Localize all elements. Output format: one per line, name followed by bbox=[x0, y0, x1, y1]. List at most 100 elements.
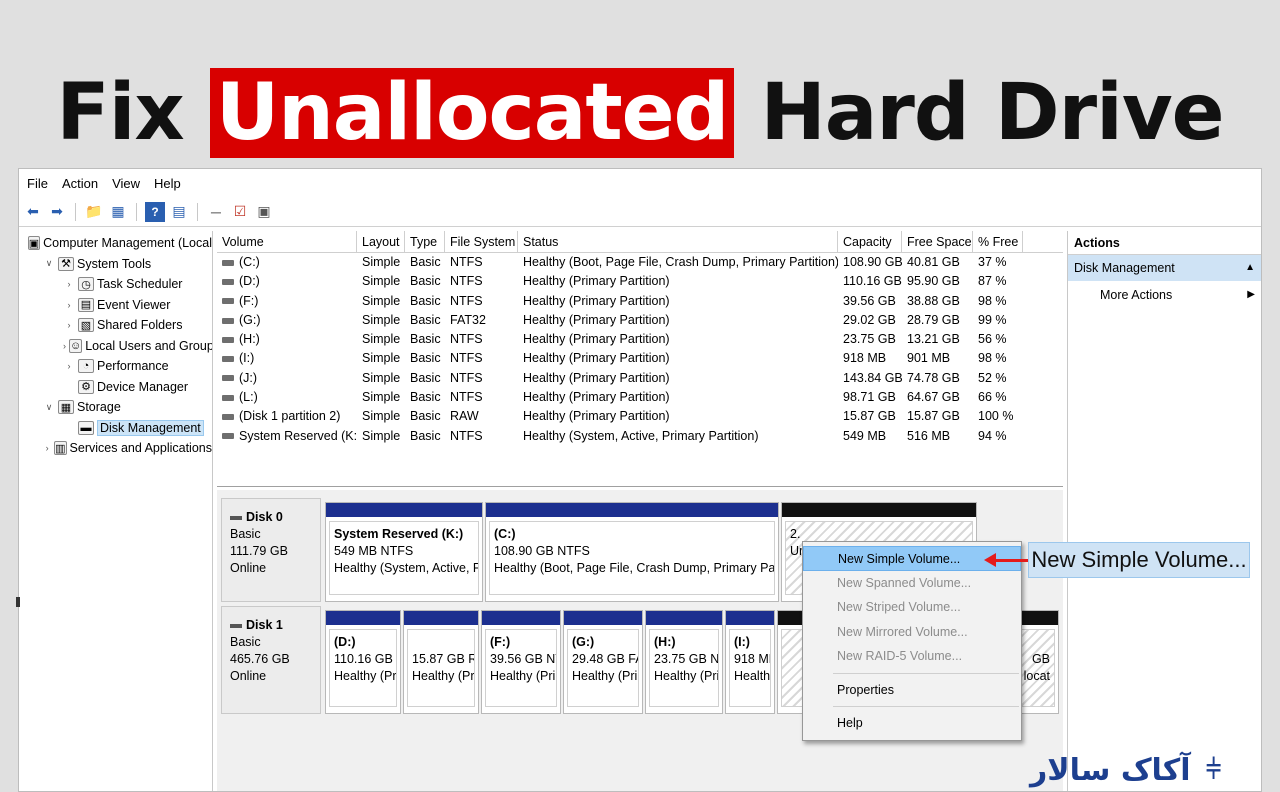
partition-disk1[interactable]: (I:) 918 ME Healthy bbox=[725, 610, 775, 714]
column-header-capacity[interactable]: Capacity bbox=[838, 231, 902, 252]
table-cell: 37 % bbox=[973, 253, 1023, 272]
menu-view[interactable]: View bbox=[112, 176, 140, 191]
table-cell: Simple bbox=[357, 253, 405, 272]
view-icon[interactable]: ▣ bbox=[254, 202, 274, 222]
back-icon[interactable]: ⬅ bbox=[23, 202, 43, 222]
column-header-free-space[interactable]: Free Space bbox=[902, 231, 973, 252]
tree-item-label: Shared Folders bbox=[97, 318, 183, 333]
table-row[interactable]: (F:) Simple Basic NTFS Healthy (Primary Part… bbox=[217, 292, 1063, 311]
partition-c[interactable]: (C:) 108.90 GB NTFS Healthy (Boot, Page … bbox=[485, 502, 779, 602]
disk-1-label[interactable]: Disk 1 Basic 465.76 GB Online bbox=[221, 606, 321, 714]
chevron-right-icon[interactable]: › bbox=[63, 320, 75, 330]
column-header-status[interactable]: Status bbox=[518, 231, 838, 252]
show-hide-tree-icon[interactable]: ▦ bbox=[108, 202, 128, 222]
partition-size: 110.16 GB NTI bbox=[334, 652, 396, 666]
tree-item-label: Performance bbox=[97, 359, 169, 374]
table-row[interactable]: (H:) Simple Basic NTFS Healthy (Primary Part… bbox=[217, 330, 1063, 349]
cell-text: 66 % bbox=[978, 390, 1007, 405]
tree-item[interactable]: ∨ ⚒ System Tools bbox=[19, 254, 212, 275]
partition-disk1[interactable]: (D:) 110.16 GB NTI Healthy (Prim bbox=[325, 610, 401, 714]
table-cell: 40.81 GB bbox=[902, 253, 973, 272]
volume-icon bbox=[222, 279, 234, 285]
title-before: Fix bbox=[56, 68, 210, 158]
tree-item[interactable]: › ▧ Shared Folders bbox=[19, 315, 212, 336]
more-actions-item[interactable]: More Actions ▶ bbox=[1068, 281, 1261, 309]
partition-title: System Reserved (K:) bbox=[334, 527, 464, 541]
properties-icon[interactable]: ▤ bbox=[169, 202, 189, 222]
disk-0-type: Basic bbox=[230, 527, 261, 541]
tree-item[interactable]: ▣ Computer Management (Local bbox=[19, 233, 212, 254]
expand-down-icon[interactable]: ∨ bbox=[43, 258, 55, 269]
cell-text: 15.87 GB bbox=[843, 409, 896, 424]
menu-action[interactable]: Action bbox=[62, 176, 98, 191]
context-menu-item[interactable]: Properties bbox=[803, 678, 1021, 703]
partition-system-reserved[interactable]: System Reserved (K:) 549 MB NTFS Healthy… bbox=[325, 502, 483, 602]
cell-text: NTFS bbox=[450, 370, 483, 385]
table-cell: NTFS bbox=[445, 349, 518, 368]
table-cell: FAT32 bbox=[445, 311, 518, 330]
partition-bar bbox=[404, 611, 478, 625]
disk-0-label[interactable]: Disk 0 Basic 111.79 GB Online bbox=[221, 498, 321, 602]
tree-item[interactable]: › ☺ Local Users and Groups bbox=[19, 336, 212, 357]
table-cell: System Reserved (K:) bbox=[217, 427, 357, 446]
cell-text: Simple bbox=[362, 390, 401, 405]
tree-item[interactable]: › ◔ Performance bbox=[19, 356, 212, 377]
table-row[interactable]: (Disk 1 partition 2) Simple Basic RAW Health… bbox=[217, 407, 1063, 426]
expand-down-icon[interactable]: ∨ bbox=[43, 402, 55, 413]
tree-item[interactable]: › ▥ Services and Applications bbox=[19, 438, 212, 459]
cell-text: NTFS bbox=[450, 351, 483, 366]
volume-icon bbox=[222, 414, 234, 421]
actions-section-label: Disk Management bbox=[1074, 261, 1175, 275]
connect-icon[interactable]: ─ bbox=[206, 202, 226, 222]
column-header-file-system[interactable]: File System bbox=[445, 231, 518, 252]
partition-disk1[interactable]: 15.87 GB R/Healthy (Pr bbox=[403, 610, 479, 714]
menu-help[interactable]: Help bbox=[154, 176, 181, 191]
menu-separator bbox=[833, 706, 1019, 707]
tree-item[interactable]: ▬ Disk Management bbox=[19, 418, 212, 439]
disk-0-title: Disk 0 bbox=[246, 510, 283, 524]
partition-disk1[interactable]: (H:) 23.75 GB NT Healthy (Pri bbox=[645, 610, 723, 714]
cell-text: 901 MB bbox=[907, 351, 951, 366]
partition-disk1[interactable]: (F:) 39.56 GB NT Healthy (Prir bbox=[481, 610, 561, 714]
column-header-percent-free[interactable]: % Free bbox=[973, 231, 1023, 252]
table-row[interactable]: (D:) Simple Basic NTFS Healthy (Primary Part… bbox=[217, 272, 1063, 291]
tree-item[interactable]: › ▤ Event Viewer bbox=[19, 295, 212, 316]
table-row[interactable]: System Reserved (K:) Simple Basic NTFS Healt… bbox=[217, 427, 1063, 446]
chevron-right-icon[interactable]: › bbox=[63, 300, 75, 310]
chevron-right-icon[interactable]: › bbox=[43, 443, 51, 453]
table-row[interactable]: (J:) Simple Basic NTFS Healthy (Primary Part… bbox=[217, 369, 1063, 388]
computer-management-window: File Action View Help ⬅ ➡ 📁 ▦ ? ▤ ─ ☑ ▣ … bbox=[18, 168, 1262, 792]
tree-item[interactable]: › ◷ Task Scheduler bbox=[19, 274, 212, 295]
tree-item[interactable]: ⚙ Device Manager bbox=[19, 377, 212, 398]
table-row[interactable]: (G:) Simple Basic FAT32 Healthy (Primary Par… bbox=[217, 311, 1063, 330]
column-header-volume[interactable]: Volume bbox=[217, 231, 357, 252]
partition-disk1[interactable]: (G:) 29.48 GB FA Healthy (Pri bbox=[563, 610, 643, 714]
volume-icon bbox=[222, 375, 234, 382]
cell-text: Simple bbox=[362, 428, 401, 443]
partition-bar bbox=[326, 503, 482, 517]
table-cell: 100 % bbox=[973, 407, 1023, 426]
disk-1-status: Online bbox=[230, 669, 267, 683]
actions-section-disk-management[interactable]: Disk Management ▲ bbox=[1068, 255, 1261, 281]
chevron-right-icon[interactable]: › bbox=[63, 279, 75, 289]
tree-item[interactable]: ∨ ▦ Storage bbox=[19, 397, 212, 418]
cell-text: Simple bbox=[362, 332, 401, 347]
context-menu-item: New Mirrored Volume... bbox=[837, 624, 968, 639]
table-row[interactable]: (C:) Simple Basic NTFS Healthy (Boot, Page F… bbox=[217, 253, 1063, 272]
collapse-up-icon[interactable]: ▲ bbox=[1245, 255, 1255, 281]
cell-text: 94 % bbox=[978, 428, 1007, 443]
check-icon[interactable]: ☑ bbox=[230, 202, 250, 222]
table-cell: 28.79 GB bbox=[902, 311, 973, 330]
up-folder-icon[interactable]: 📁 bbox=[84, 202, 104, 222]
chevron-right-icon[interactable]: › bbox=[63, 361, 75, 371]
menu-file[interactable]: File bbox=[27, 176, 48, 191]
column-header-type[interactable]: Type bbox=[405, 231, 445, 252]
help-icon[interactable]: ? bbox=[145, 201, 165, 222]
cell-text: Basic bbox=[410, 390, 441, 405]
column-header-layout[interactable]: Layout bbox=[357, 231, 405, 252]
chevron-right-icon[interactable]: › bbox=[63, 341, 66, 351]
context-menu-item[interactable]: Help bbox=[803, 711, 1021, 736]
table-row[interactable]: (I:) Simple Basic NTFS Healthy (Primary Part… bbox=[217, 349, 1063, 368]
table-row[interactable]: (L:) Simple Basic NTFS Healthy (Primary Part… bbox=[217, 388, 1063, 407]
forward-icon[interactable]: ➡ bbox=[47, 202, 67, 222]
